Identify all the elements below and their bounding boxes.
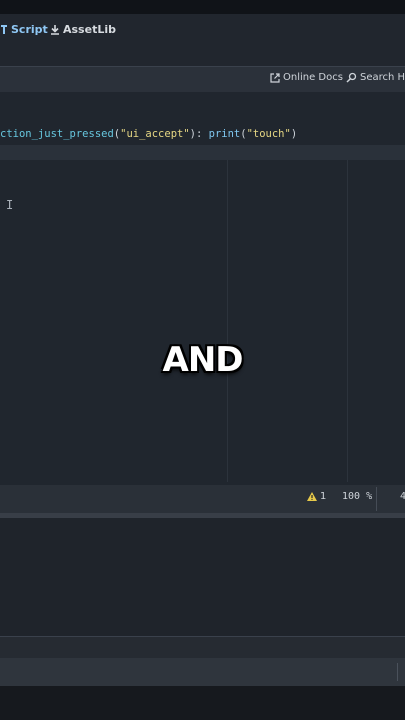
online-docs-label: Online Docs (283, 72, 343, 83)
editor-tab-strip (0, 48, 405, 66)
script-workspace-button[interactable]: Script (0, 23, 48, 36)
script-toolbar (0, 66, 405, 93)
line-length-guide-hard (347, 160, 348, 482)
bottom-panel-bar (0, 658, 405, 686)
code-mid: ): (189, 128, 209, 140)
code-function: ction_just_pressed (0, 128, 114, 140)
search-help-label: Search He (360, 72, 405, 83)
warnings-button[interactable]: 1 (307, 491, 326, 502)
status-separator (376, 487, 377, 511)
code-close-paren: ) (290, 128, 298, 140)
assetlib-workspace-button[interactable]: AssetLib (50, 23, 116, 36)
code-print: print (208, 128, 241, 140)
current-line-highlight (0, 145, 405, 160)
bottom-bar-separator (397, 663, 398, 681)
script-label: Script (11, 23, 48, 36)
column-indicator: 4 (400, 491, 405, 502)
code-line[interactable]: ction_just_pressed("ui_accept"): print("… (0, 128, 297, 140)
bottom-panel (0, 518, 405, 636)
panel-strip (0, 636, 405, 659)
script-icon (1, 25, 7, 34)
warning-icon (307, 492, 317, 501)
search-help-icon (346, 72, 357, 83)
external-link-icon (270, 72, 280, 83)
text-cursor-icon: I (6, 198, 14, 212)
online-docs-button[interactable]: Online Docs (270, 72, 343, 83)
title-strip (0, 0, 405, 14)
search-help-button[interactable]: Search He (346, 72, 405, 83)
assetlib-label: AssetLib (63, 23, 116, 36)
warning-count: 1 (320, 491, 327, 502)
zoom-level[interactable]: 100 % (342, 491, 372, 502)
line-length-guide (227, 160, 228, 482)
code-string-arg: "ui_accept" (120, 128, 190, 140)
download-icon (51, 24, 59, 35)
bottom-strip (0, 686, 405, 720)
video-caption: AND (162, 340, 244, 380)
code-string: "touch" (246, 128, 291, 140)
